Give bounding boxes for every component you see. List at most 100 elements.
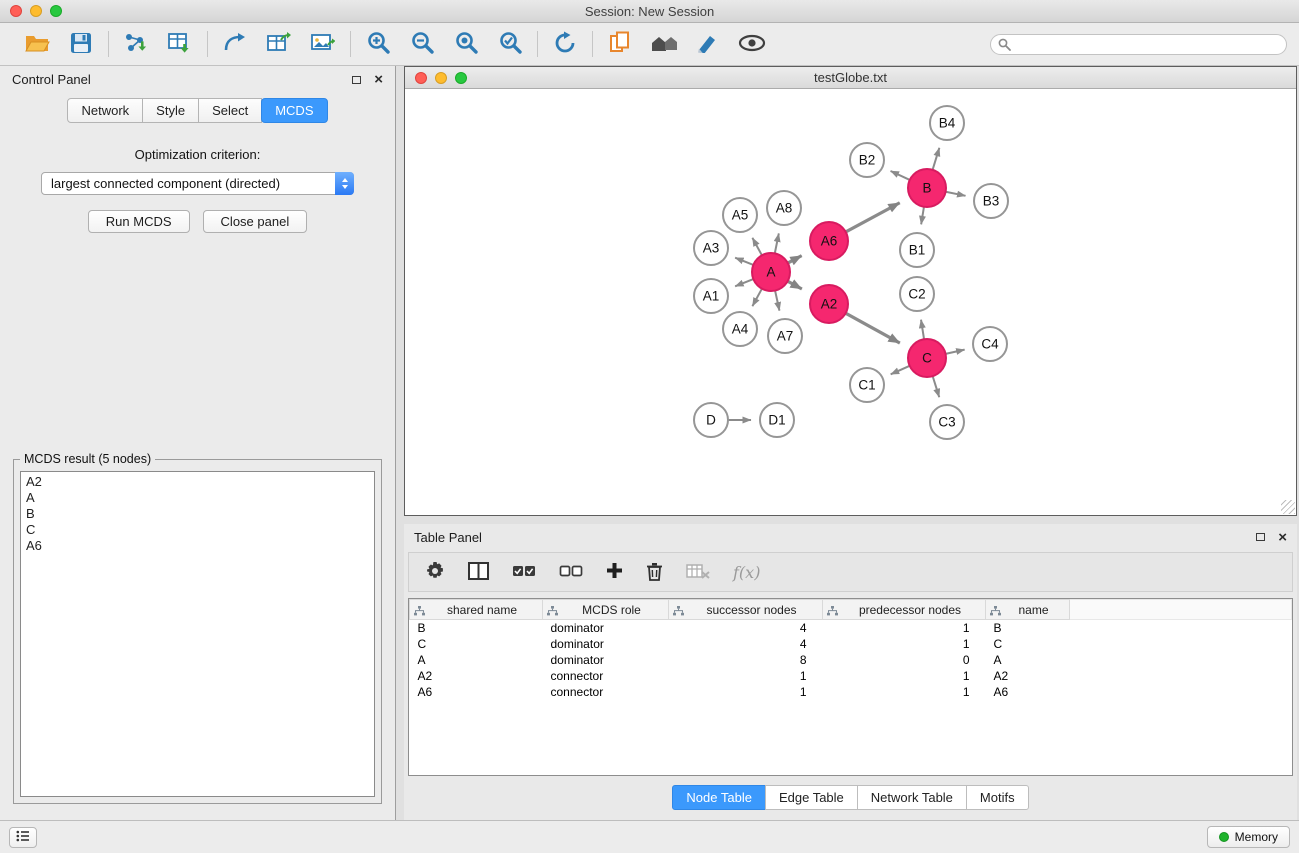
zoom-window-button[interactable] xyxy=(50,5,62,17)
node-C[interactable]: C xyxy=(908,339,946,377)
table-row[interactable]: A6connector11A6 xyxy=(410,684,1292,700)
node-A7[interactable]: A7 xyxy=(768,319,802,353)
node-B2[interactable]: B2 xyxy=(850,143,884,177)
node-A6[interactable]: A6 xyxy=(810,222,848,260)
column-header-successor-nodes[interactable]: successor nodes xyxy=(669,600,823,620)
edge-A-A4[interactable] xyxy=(752,289,762,306)
select-all-button[interactable] xyxy=(512,563,536,582)
minimize-window-button[interactable] xyxy=(30,5,42,17)
edge-B-B4[interactable] xyxy=(933,148,940,170)
mcds-result-list[interactable]: A2ABCA6 xyxy=(20,471,375,797)
node-A1[interactable]: A1 xyxy=(694,279,728,313)
tab-node-table[interactable]: Node Table xyxy=(672,785,766,810)
table-row[interactable]: Cdominator41C xyxy=(410,636,1292,652)
node-A4[interactable]: A4 xyxy=(723,312,757,346)
close-table-panel-icon[interactable]: × xyxy=(1278,530,1287,545)
column-header-name[interactable]: name xyxy=(986,600,1070,620)
tab-style[interactable]: Style xyxy=(142,98,199,123)
node-D[interactable]: D xyxy=(694,403,728,437)
edge-C-C1[interactable] xyxy=(891,366,910,375)
column-header-mcds-role[interactable]: MCDS role xyxy=(543,600,669,620)
node-C4[interactable]: C4 xyxy=(973,327,1007,361)
memory-button[interactable]: Memory xyxy=(1207,826,1290,848)
node-C1[interactable]: C1 xyxy=(850,368,884,402)
mcds-result-item[interactable]: A2 xyxy=(26,474,369,490)
node-A3[interactable]: A3 xyxy=(694,231,728,265)
edge-A-A2[interactable] xyxy=(788,281,802,289)
duplicate-network-button[interactable] xyxy=(605,29,635,59)
home-button[interactable] xyxy=(649,29,679,59)
apply-layout-button[interactable] xyxy=(550,29,580,59)
node-B[interactable]: B xyxy=(908,169,946,207)
float-table-panel-icon[interactable] xyxy=(1256,533,1265,541)
node-A[interactable]: A xyxy=(752,253,790,291)
node-table[interactable]: shared nameMCDS rolesuccessor nodesprede… xyxy=(409,599,1292,700)
edge-A-A8[interactable] xyxy=(775,233,779,253)
import-table-button[interactable] xyxy=(165,29,195,59)
node-C3[interactable]: C3 xyxy=(930,405,964,439)
export-network-button[interactable] xyxy=(220,29,250,59)
tab-mcds[interactable]: MCDS xyxy=(261,98,327,123)
table-settings-button[interactable] xyxy=(425,561,445,584)
table-row[interactable]: Bdominator41B xyxy=(410,620,1292,636)
edge-B-B1[interactable] xyxy=(921,207,924,225)
edge-A-A1[interactable] xyxy=(735,279,753,286)
node-A5[interactable]: A5 xyxy=(723,198,757,232)
table-row[interactable]: Adominator80A xyxy=(410,652,1292,668)
edge-C-C4[interactable] xyxy=(946,350,965,354)
zoom-out-button[interactable] xyxy=(407,29,437,59)
zoom-in-button[interactable] xyxy=(363,29,393,59)
mcds-result-item[interactable]: C xyxy=(26,522,369,538)
edge-A-A5[interactable] xyxy=(752,238,762,255)
criterion-dropdown[interactable]: largest connected component (directed) xyxy=(41,172,354,195)
edge-A-A7[interactable] xyxy=(775,291,779,311)
delete-table-button[interactable] xyxy=(686,563,710,582)
node-C2[interactable]: C2 xyxy=(900,277,934,311)
add-column-button[interactable] xyxy=(606,562,623,582)
close-panel-icon[interactable]: × xyxy=(374,72,383,87)
edge-A-A3[interactable] xyxy=(735,258,753,265)
zoom-selected-button[interactable] xyxy=(495,29,525,59)
run-mcds-button[interactable]: Run MCDS xyxy=(88,210,190,233)
node-B3[interactable]: B3 xyxy=(974,184,1008,218)
tab-network[interactable]: Network xyxy=(67,98,143,123)
tab-motifs[interactable]: Motifs xyxy=(966,785,1029,810)
save-session-button[interactable] xyxy=(66,29,96,59)
edge-B-B3[interactable] xyxy=(946,192,966,196)
edge-C-C2[interactable] xyxy=(921,320,924,340)
node-D1[interactable]: D1 xyxy=(760,403,794,437)
mcds-result-item[interactable]: B xyxy=(26,506,369,522)
delete-column-button[interactable] xyxy=(646,561,663,584)
zoom-fit-button[interactable] xyxy=(451,29,481,59)
edge-A2-C[interactable] xyxy=(846,313,900,343)
float-panel-icon[interactable] xyxy=(352,76,361,84)
close-window-button[interactable] xyxy=(10,5,22,17)
window-resize-grip[interactable] xyxy=(1281,500,1295,514)
network-minimize-button[interactable] xyxy=(435,72,447,84)
show-columns-button[interactable] xyxy=(468,562,489,583)
function-builder-button[interactable]: f(x) xyxy=(733,563,760,582)
search-input[interactable] xyxy=(990,34,1287,55)
column-header-shared-name[interactable]: shared name xyxy=(410,600,543,620)
tab-select[interactable]: Select xyxy=(198,98,262,123)
open-session-button[interactable] xyxy=(22,29,52,59)
annotation-button[interactable] xyxy=(693,29,723,59)
network-close-button[interactable] xyxy=(415,72,427,84)
edge-A6-B[interactable] xyxy=(846,203,900,232)
toggle-details-button[interactable] xyxy=(737,29,767,59)
node-A2[interactable]: A2 xyxy=(810,285,848,323)
node-A8[interactable]: A8 xyxy=(767,191,801,225)
edge-A-A6[interactable] xyxy=(788,256,802,263)
edge-B-B2[interactable] xyxy=(891,171,910,180)
network-window-titlebar[interactable]: testGlobe.txt xyxy=(405,67,1296,89)
column-header-predecessor-nodes[interactable]: predecessor nodes xyxy=(823,600,986,620)
network-canvas[interactable]: B4B2BB3A8A5A6A3B1AC2A1A2A4A7C4CC1DD1C3 xyxy=(405,89,1296,515)
edge-C-C3[interactable] xyxy=(933,376,940,397)
deselect-all-button[interactable] xyxy=(559,563,583,582)
network-zoom-button[interactable] xyxy=(455,72,467,84)
task-history-button[interactable] xyxy=(9,827,37,848)
export-image-button[interactable] xyxy=(308,29,338,59)
mcds-result-item[interactable]: A xyxy=(26,490,369,506)
mcds-result-item[interactable]: A6 xyxy=(26,538,369,554)
import-network-button[interactable] xyxy=(121,29,151,59)
